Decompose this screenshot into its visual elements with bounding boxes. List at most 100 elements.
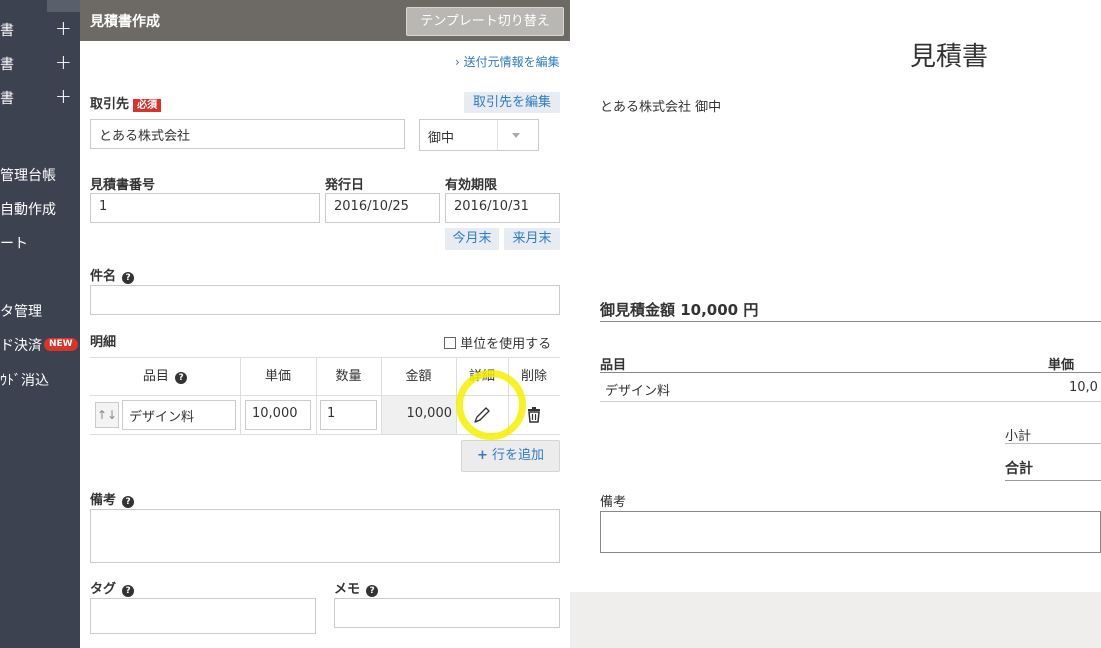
plus-icon[interactable]: + — [55, 16, 72, 40]
sidebar-item-6[interactable]: ート — [0, 229, 80, 255]
preview-col-item: 品目 — [600, 358, 627, 373]
sidebar-item-label: 書 — [0, 57, 14, 73]
amount-value: 10,000 — [406, 406, 453, 421]
unit-checkbox-row[interactable]: 単位を使用する — [444, 333, 551, 352]
plus-icon: + — [476, 448, 488, 463]
sidebar-item-label: タ管理 — [0, 304, 42, 320]
edit-client-button[interactable]: 取引先を編集 — [464, 92, 560, 113]
preview-total-label: 合計 — [1005, 461, 1033, 477]
sidebar-item-label: ｳﾄﾞ消込 — [0, 373, 49, 389]
estimate-number-input[interactable]: 1 — [90, 193, 320, 223]
sidebar-item-label: 自動作成 — [0, 202, 56, 218]
tags-input[interactable] — [90, 598, 316, 634]
column-header-amount: 金額 — [405, 369, 432, 384]
preview-divider — [600, 372, 1101, 373]
sidebar-item-label: 書 — [0, 91, 14, 107]
sidebar-item-4[interactable]: 管理台帳 — [0, 161, 80, 187]
notes-label: 備考 — [90, 493, 117, 508]
subject-input[interactable] — [90, 285, 560, 315]
preview-title: 見積書 — [910, 42, 989, 72]
preview-notes-box — [600, 511, 1101, 553]
tags-label: タグ — [90, 582, 117, 597]
quantity-input[interactable]: 1 — [320, 400, 377, 430]
estimate-preview: 見積書 とある株式会社 御中 御見積金額 10,000 円 品目 単価 デザイン… — [570, 0, 1101, 648]
client-label: 取引先 — [90, 97, 130, 112]
sidebar-item-label: 管理台帳 — [0, 168, 56, 184]
sidebar-item-3[interactable]: 書 + — [0, 84, 80, 110]
preview-row-unit-price: 10,0 — [1069, 380, 1098, 395]
client-name-input[interactable]: とある株式会社 — [90, 119, 405, 149]
new-badge: NEW — [44, 338, 78, 351]
help-icon[interactable]: ? — [122, 272, 135, 284]
honorific-selected: 御中 — [428, 131, 455, 146]
client-label-row: 取引先 必須 — [90, 93, 162, 112]
add-row-label: 行を追加 — [492, 448, 545, 463]
preview-total-amount: 御見積金額 10,000 円 — [600, 301, 759, 319]
estimate-number-label: 見積書番号 — [90, 178, 156, 193]
subject-label-row: 件名 ? — [90, 265, 135, 284]
preview-divider — [1005, 480, 1101, 481]
sidebar-item-label: 書 — [0, 23, 14, 39]
select-divider — [497, 120, 498, 150]
sender-info-link-label: 送付元情報を編集 — [463, 55, 560, 69]
sidebar-item-label: ド決済 — [0, 338, 42, 354]
notes-label-row: 備考 ? — [90, 489, 135, 508]
sender-info-link[interactable]: › 送付元情報を編集 — [455, 53, 560, 70]
preview-divider — [600, 321, 1101, 322]
estimate-form-panel: 見積書作成 テンプレート切り替え › 送付元情報を編集 取引先 必須 取引先を編… — [80, 0, 570, 648]
plus-icon[interactable]: + — [55, 50, 72, 74]
tags-label-row: タグ ? — [90, 578, 135, 597]
sidebar-item-1[interactable]: 書 + — [0, 16, 80, 42]
highlight-circle — [456, 370, 526, 440]
column-header-unit-price: 単価 — [264, 369, 291, 384]
sidebar: 書 + 書 + 書 + 管理台帳 自動作成 ート タ管理 ド決済 NEW ｳﾄﾞ… — [0, 0, 80, 648]
sidebar-item-2[interactable]: 書 + — [0, 50, 80, 76]
preview-row-item: デザイン料 — [605, 384, 671, 399]
sidebar-item-9[interactable]: ｳﾄﾞ消込 — [0, 366, 80, 392]
help-icon[interactable]: ? — [122, 496, 135, 508]
column-header-label: 品目 — [142, 369, 169, 384]
issue-date-label: 発行日 — [325, 178, 365, 193]
help-icon[interactable]: ? — [366, 585, 379, 597]
preview-client: とある株式会社 御中 — [600, 100, 722, 115]
unit-checkbox[interactable] — [444, 337, 456, 349]
help-icon[interactable]: ? — [122, 585, 135, 597]
plus-icon[interactable]: + — [55, 84, 72, 108]
form-title: 見積書作成 — [90, 14, 160, 30]
trash-icon[interactable] — [524, 404, 544, 424]
help-icon[interactable]: ? — [175, 372, 188, 384]
memo-label-row: メモ ? — [334, 578, 379, 597]
details-label: 明細 — [90, 335, 117, 350]
template-switch-button[interactable]: テンプレート切り替え — [406, 7, 564, 36]
preview-divider — [1005, 443, 1101, 444]
subject-label: 件名 — [90, 269, 117, 284]
honorific-select[interactable]: 御中 — [419, 119, 539, 151]
add-row-button[interactable]: + 行を追加 — [461, 440, 560, 472]
next-month-end-button[interactable]: 来月末 — [504, 228, 560, 250]
preview-footer — [570, 592, 1101, 648]
expiry-date-input[interactable]: 2016/10/31 — [445, 193, 560, 223]
sidebar-item-5[interactable]: 自動作成 — [0, 195, 80, 221]
reorder-icon[interactable]: ↑↓ — [95, 402, 119, 428]
unit-checkbox-label: 単位を使用する — [460, 337, 552, 352]
expiry-label: 有効期限 — [445, 178, 498, 193]
preview-col-unit-price: 単価 — [1048, 358, 1075, 373]
notes-textarea[interactable] — [90, 509, 560, 563]
memo-label: メモ — [334, 582, 361, 597]
sidebar-item-7[interactable]: タ管理 — [0, 297, 80, 323]
sidebar-top-block — [47, 0, 80, 12]
memo-input[interactable] — [334, 598, 560, 628]
chevron-right-icon: › — [455, 55, 460, 69]
column-header-item: 品目 ? — [90, 358, 240, 396]
sidebar-item-label: ート — [0, 236, 28, 252]
issue-date-input[interactable]: 2016/10/25 — [325, 193, 440, 223]
preview-notes-label: 備考 — [600, 495, 627, 510]
unit-price-input[interactable]: 10,000 — [245, 400, 311, 430]
item-name-input[interactable]: デザイン料 — [122, 400, 236, 430]
chevron-down-icon — [512, 133, 520, 138]
form-header: 見積書作成 テンプレート切り替え — [80, 0, 570, 41]
preview-subtotal-label: 小計 — [1005, 429, 1032, 444]
column-header-quantity: 数量 — [335, 369, 362, 384]
required-badge: 必須 — [133, 99, 162, 112]
this-month-end-button[interactable]: 今月末 — [445, 228, 499, 250]
